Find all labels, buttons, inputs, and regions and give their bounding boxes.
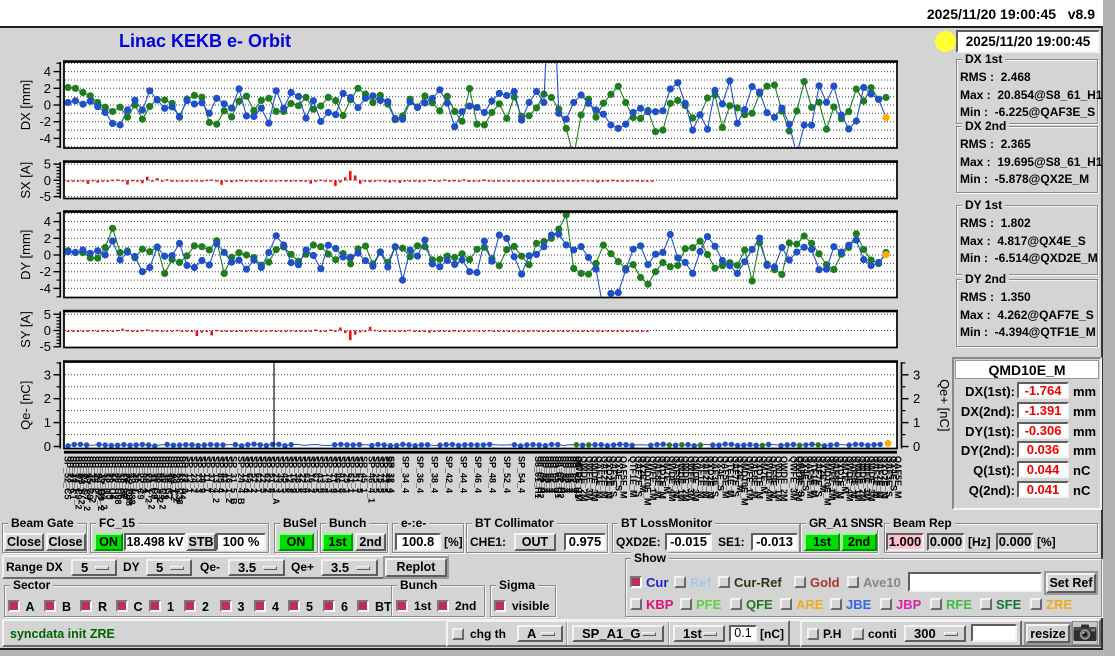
svg-text:1: 1 bbox=[913, 415, 920, 430]
svg-text:SX [A]: SX [A] bbox=[18, 162, 33, 199]
svg-text:QAF5E_M: QAF5E_M bbox=[893, 456, 903, 499]
svg-text:4: 4 bbox=[44, 64, 51, 79]
svg-text:2: 2 bbox=[44, 231, 51, 246]
svg-text:2: 2 bbox=[44, 81, 51, 96]
svg-text:2: 2 bbox=[913, 391, 920, 406]
svg-text:QAF5E_M: QAF5E_M bbox=[618, 456, 628, 499]
svg-text:-2: -2 bbox=[39, 264, 51, 279]
svg-text:2: 2 bbox=[44, 391, 51, 406]
svg-text:DY [mm]: DY [mm] bbox=[18, 230, 33, 280]
svg-text:SP_42_4: SP_42_4 bbox=[444, 456, 454, 493]
svg-text:SP_52_4: SP_52_4 bbox=[502, 456, 512, 493]
svg-text:4: 4 bbox=[44, 214, 51, 229]
svg-text:0: 0 bbox=[44, 173, 51, 188]
svg-text:Qe- [nC]: Qe- [nC] bbox=[18, 381, 33, 430]
svg-text:SY [A]: SY [A] bbox=[18, 311, 33, 348]
svg-text:-2: -2 bbox=[39, 114, 51, 129]
svg-text:-5: -5 bbox=[39, 339, 51, 354]
svg-text:SP_48_4: SP_48_4 bbox=[488, 456, 498, 493]
svg-text:SP_32_4: SP_32_4 bbox=[386, 456, 396, 493]
svg-text:0: 0 bbox=[913, 439, 920, 454]
svg-text:0: 0 bbox=[44, 439, 51, 454]
svg-text:3: 3 bbox=[913, 367, 920, 382]
svg-text:3: 3 bbox=[44, 367, 51, 382]
svg-text:SP_36_4: SP_36_4 bbox=[415, 456, 425, 493]
svg-text:SP_44_4: SP_44_4 bbox=[459, 456, 469, 493]
svg-text:-4: -4 bbox=[39, 281, 51, 296]
svg-text:-5: -5 bbox=[39, 189, 51, 204]
svg-text:5: 5 bbox=[44, 307, 51, 322]
svg-text:0: 0 bbox=[44, 248, 51, 263]
svg-text:Qe+ [nC]: Qe+ [nC] bbox=[937, 379, 950, 431]
svg-text:DX [mm]: DX [mm] bbox=[18, 80, 33, 131]
svg-text:SP_38_4: SP_38_4 bbox=[430, 456, 440, 493]
svg-text:SP_54_4: SP_54_4 bbox=[517, 456, 527, 493]
svg-text:0: 0 bbox=[44, 98, 51, 113]
svg-text:SP_34_4: SP_34_4 bbox=[401, 456, 411, 493]
svg-text:1: 1 bbox=[44, 415, 51, 430]
svg-text:5: 5 bbox=[44, 157, 51, 172]
svg-text:0: 0 bbox=[44, 323, 51, 338]
svg-text:-4: -4 bbox=[39, 131, 51, 146]
svg-text:SP_46_4: SP_46_4 bbox=[473, 456, 483, 493]
svg-text:QWDE_2M: QWDE_2M bbox=[779, 456, 789, 502]
